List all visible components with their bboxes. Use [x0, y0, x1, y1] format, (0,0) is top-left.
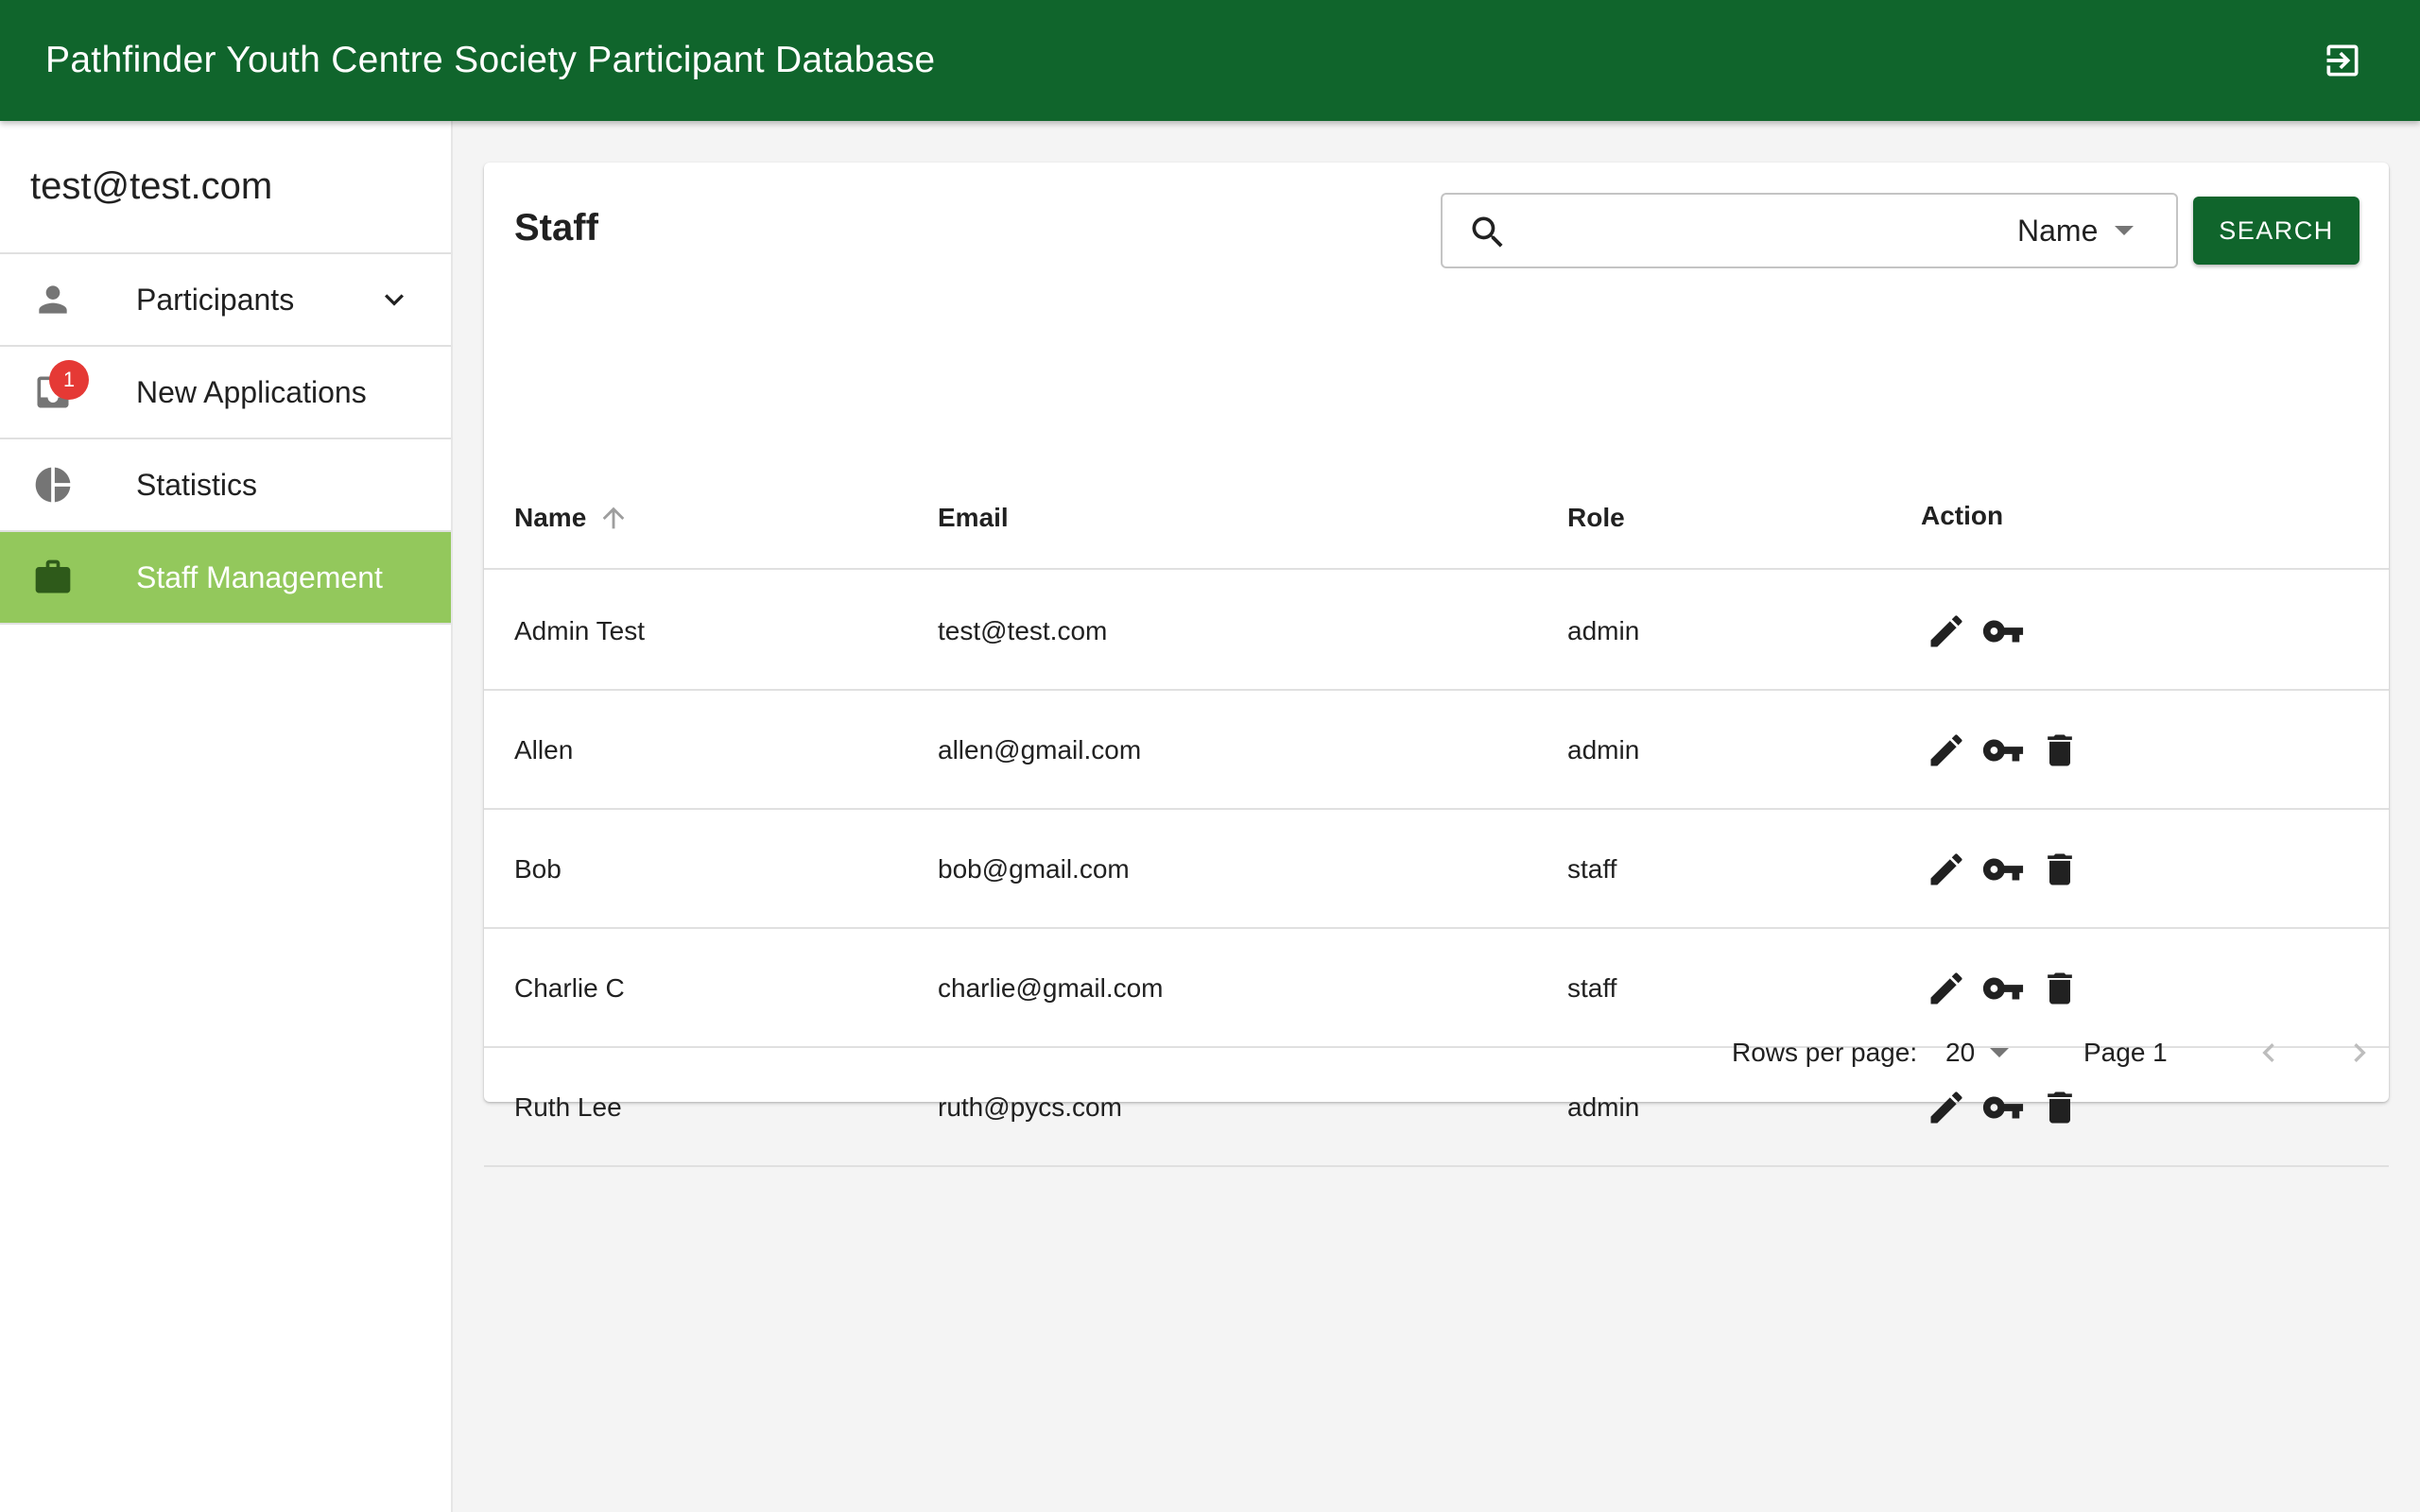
column-header-name[interactable]: Name	[514, 465, 630, 570]
column-header-label: Role	[1567, 502, 1625, 532]
chevron-right-icon	[2354, 1043, 2366, 1062]
column-header-email[interactable]: Email	[938, 465, 1009, 570]
pencil-icon	[1930, 853, 1962, 885]
cell-role: staff	[1567, 854, 1617, 884]
page-indicator: Page 1	[2083, 1038, 2168, 1067]
previous-page-button[interactable]	[2248, 1032, 2290, 1074]
rows-per-page-value: 20	[1945, 1038, 1976, 1067]
cell-name: Admin Test	[514, 616, 645, 645]
trash-icon	[2048, 853, 2072, 885]
table-pagination: Rows per page: 20 Page 1	[484, 1004, 2389, 1102]
sidebar-item-label: Participants	[136, 282, 295, 317]
edit-button[interactable]	[1925, 729, 1968, 772]
table-row: Bob bob@gmail.com staff	[484, 810, 2389, 929]
person-icon	[39, 285, 67, 314]
reset-password-button[interactable]	[1981, 610, 2025, 653]
sidebar-item-label: Statistics	[136, 467, 258, 502]
rows-per-page-select[interactable]: 20	[1945, 1004, 2010, 1102]
sidebar: test@test.com Participants 1 New Applica…	[0, 121, 453, 1512]
cell-role: admin	[1567, 616, 1640, 645]
chevron-down-icon[interactable]	[375, 281, 413, 318]
cell-email: bob@gmail.com	[938, 854, 1130, 884]
table-header: Name Email Role Action	[484, 465, 2389, 570]
arrow-up-icon	[602, 507, 625, 528]
column-header-role[interactable]: Role	[1567, 465, 1625, 570]
sidebar-item-statistics[interactable]: Statistics	[0, 439, 451, 532]
search-bar: Name	[1441, 193, 2178, 268]
logout-button[interactable]	[2312, 30, 2373, 91]
logout-icon	[2326, 44, 2359, 77]
cell-role: admin	[1567, 735, 1640, 765]
table-row: Allen allen@gmail.com admin	[484, 691, 2389, 810]
column-header-action: Action	[1921, 463, 2003, 568]
key-icon	[1982, 858, 2024, 881]
search-input[interactable]	[1524, 204, 1959, 257]
trash-icon	[2048, 734, 2072, 766]
cell-name: Bob	[514, 854, 562, 884]
sidebar-item-label: New Applications	[136, 374, 367, 409]
key-icon	[1982, 620, 2024, 643]
pie-chart-icon	[35, 467, 71, 503]
search-icon	[1472, 216, 1503, 248]
column-header-label: Action	[1921, 500, 2004, 530]
key-icon	[1982, 739, 2024, 762]
delete-button[interactable]	[2038, 729, 2082, 772]
pencil-icon	[1930, 734, 1962, 766]
edit-button[interactable]	[1925, 610, 1968, 653]
sidebar-item-participants[interactable]: Participants	[0, 254, 451, 347]
column-header-label: Name	[514, 502, 587, 532]
app-bar: Pathfinder Youth Centre Society Particip…	[0, 0, 2420, 121]
row-actions	[1925, 691, 2095, 810]
page-title: Staff	[514, 207, 598, 249]
pencil-icon	[1930, 615, 1962, 647]
user-email: test@test.com	[0, 121, 451, 254]
column-header-label: Email	[938, 502, 1009, 532]
search-field-select[interactable]: Name	[2017, 195, 2169, 266]
reset-password-button[interactable]	[1981, 848, 2025, 891]
next-page-button[interactable]	[2339, 1032, 2380, 1074]
app-title: Pathfinder Youth Centre Society Particip…	[45, 40, 936, 80]
briefcase-icon	[35, 559, 71, 593]
caret-down-icon	[2115, 226, 2135, 235]
sidebar-item-staff-management[interactable]: Staff Management	[0, 532, 451, 625]
delete-button[interactable]	[2038, 848, 2082, 891]
staff-card: Staff Name SEARCH Name Email Role Action	[484, 163, 2389, 1167]
row-actions	[1925, 572, 2038, 691]
caret-down-icon	[1990, 1048, 2010, 1057]
search-field-value: Name	[2017, 213, 2099, 248]
sidebar-item-new-applications[interactable]: 1 New Applications	[0, 347, 451, 439]
edit-button[interactable]	[1925, 848, 1968, 891]
table-row: Admin Test test@test.com admin	[484, 572, 2389, 691]
rows-per-page-label: Rows per page:	[1732, 1038, 1918, 1067]
search-button[interactable]: SEARCH	[2193, 197, 2360, 265]
cell-email: test@test.com	[938, 616, 1108, 645]
sidebar-item-label: Staff Management	[136, 559, 383, 594]
chevron-left-icon	[2262, 1043, 2274, 1062]
cell-email: allen@gmail.com	[938, 735, 1142, 765]
cell-name: Allen	[514, 735, 574, 765]
row-actions	[1925, 810, 2095, 929]
notification-badge: 1	[49, 360, 89, 400]
reset-password-button[interactable]	[1981, 729, 2025, 772]
